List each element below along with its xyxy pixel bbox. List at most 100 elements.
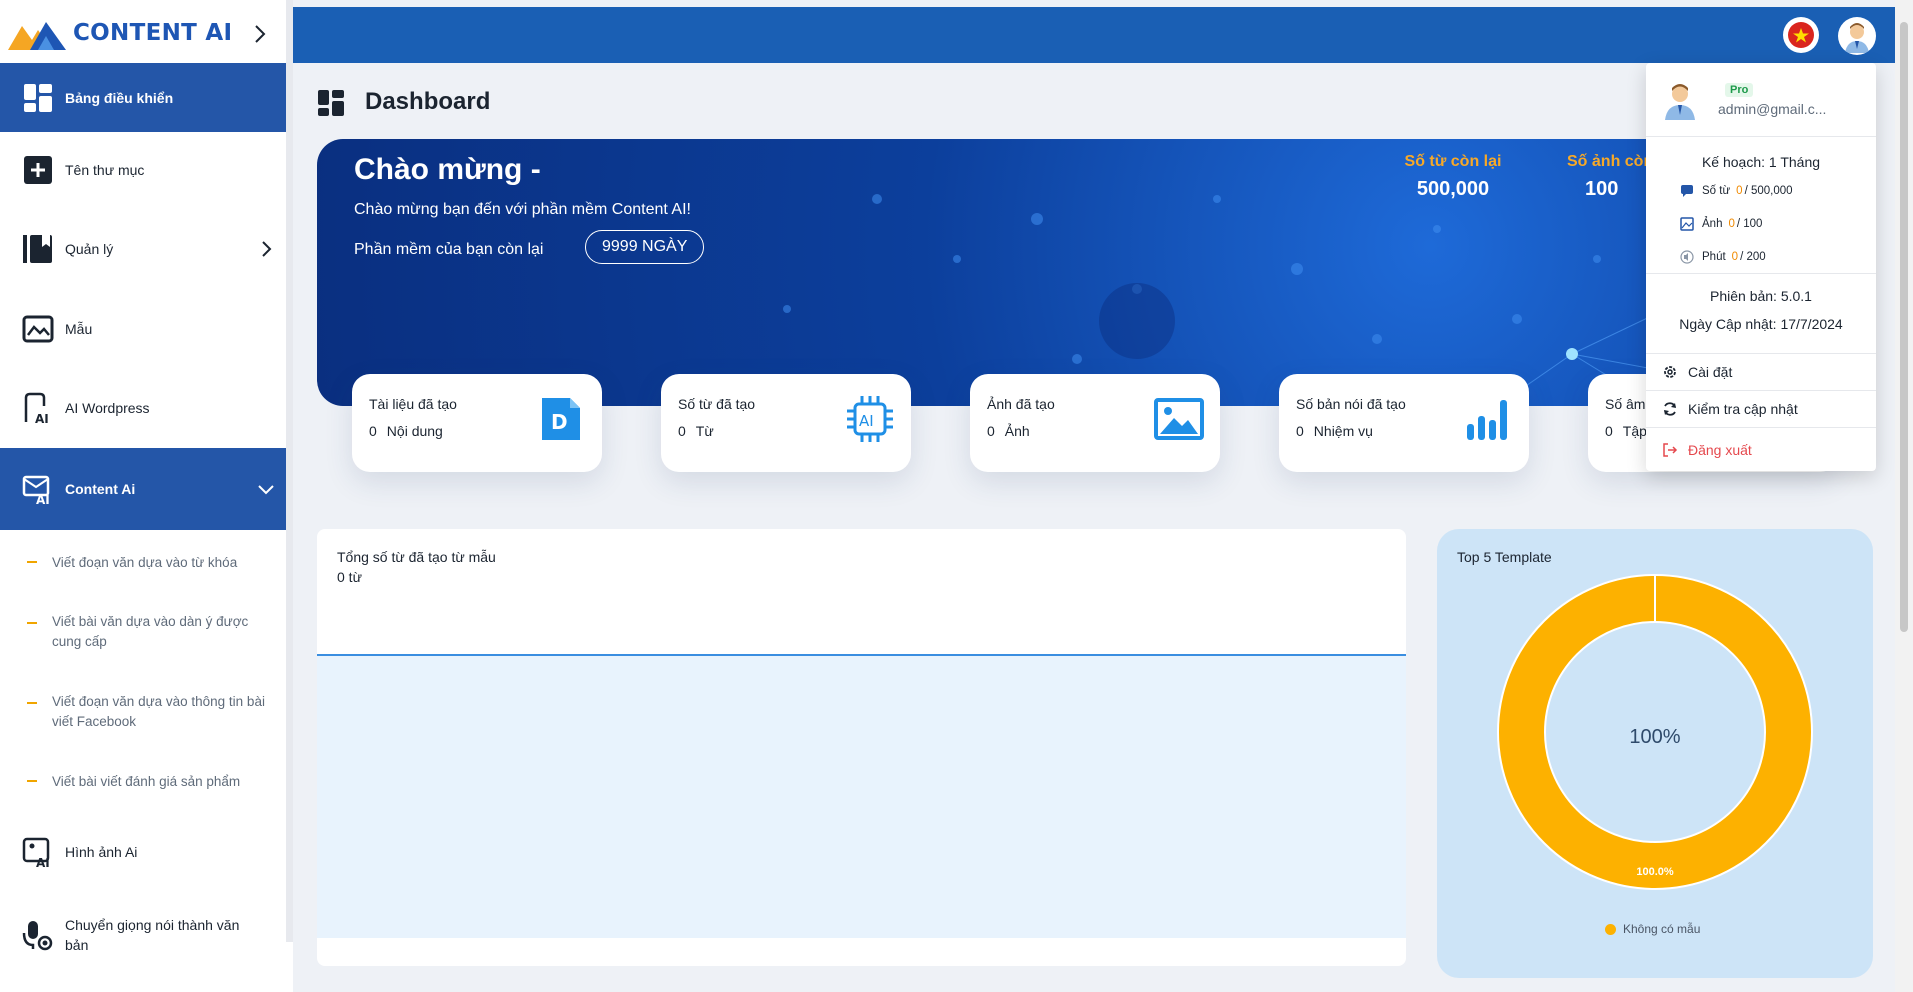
sidebar-item-content-ai[interactable]: AI Content Ai xyxy=(0,448,293,530)
quota-words: Số từ 0 / 500,000 xyxy=(1681,185,1793,197)
svg-text:AI: AI xyxy=(36,493,50,505)
dashboard-icon xyxy=(24,84,52,112)
logo-mountain-icon xyxy=(8,22,66,50)
user-dropdown-menu: Pro admin@gmail.c... Kế hoạch: 1 Tháng S… xyxy=(1646,63,1876,471)
chart-legend[interactable]: Không có mẫu xyxy=(1605,922,1700,936)
card-unit: Nhiệm vụ xyxy=(1313,423,1373,439)
logo-text: CONTENT AI xyxy=(73,20,233,46)
sidebar-item-ai-image[interactable]: AI Hình ảnh Ai xyxy=(0,821,293,883)
quota-total: / 100 xyxy=(1736,218,1763,230)
version-info: Phiên bản: 5.0.1 xyxy=(1710,288,1812,304)
sidebar: CONTENT AI Bảng điều khiển Tên thư mục Q… xyxy=(0,0,293,992)
gear-icon xyxy=(1664,366,1676,378)
quota-label: Phút xyxy=(1702,251,1726,263)
page-scrollbar[interactable] xyxy=(1895,0,1913,992)
check-update-menu-item[interactable]: Kiểm tra cập nhật xyxy=(1646,391,1876,427)
welcome-banner: Chào mừng - Chào mừng bạn đến với phần m… xyxy=(317,139,1708,406)
card-count: 0 xyxy=(1605,423,1613,439)
sidebar-item-manage[interactable]: Quản lý xyxy=(0,216,293,282)
bullet-dash xyxy=(27,702,37,704)
card-unit: Nội dung xyxy=(386,423,443,439)
bookmark-icon xyxy=(23,235,52,263)
stat-card-images: Ảnh đã tạo 0 Ảnh xyxy=(970,374,1220,472)
sidebar-item-label: Hình ảnh Ai xyxy=(65,844,138,860)
avatar-icon xyxy=(1665,84,1695,120)
refresh-icon xyxy=(1664,402,1676,416)
card-value: 0 Nhiệm vụ xyxy=(1296,423,1373,439)
sidebar-item-label: Bảng điều khiển xyxy=(65,89,174,106)
svg-text:D: D xyxy=(551,410,568,434)
donut-chart: 100% 100.0% xyxy=(1497,574,1813,890)
card-unit: Tập xyxy=(1622,423,1647,439)
card-value: 0 Từ xyxy=(678,423,714,439)
submenu-item[interactable]: Viết đoạn văn dựa vào thông tin bài viết… xyxy=(0,692,293,734)
sidebar-item-speech-to-text[interactable]: Chuyển giọng nói thành văn bản xyxy=(0,903,293,967)
scrollbar-thumb[interactable] xyxy=(1900,22,1908,632)
bullet-dash xyxy=(27,561,37,563)
logout-menu-item[interactable]: Đăng xuất xyxy=(1646,432,1876,468)
quota-used: 0 xyxy=(1731,251,1739,263)
dashboard-icon xyxy=(318,90,344,116)
menu-divider xyxy=(1646,273,1876,274)
add-folder-icon xyxy=(24,156,52,184)
menu-item-label: Đăng xuất xyxy=(1688,442,1752,458)
svg-text:AI: AI xyxy=(36,856,50,868)
quota-used: 0 xyxy=(1728,218,1735,230)
area-chart-fill xyxy=(317,654,1406,938)
sidebar-item-ai-wordpress[interactable]: AI AI Wordpress xyxy=(0,376,293,440)
settings-menu-item[interactable]: Cài đặt xyxy=(1646,354,1876,390)
stat-label: Số từ còn lại xyxy=(1404,153,1502,170)
menu-divider xyxy=(1646,136,1876,137)
card-unit: Từ xyxy=(695,423,714,439)
card-value: 0 Tập xyxy=(1605,423,1647,439)
svg-text:AI: AI xyxy=(35,412,49,424)
svg-text:AI: AI xyxy=(859,412,874,430)
welcome-subtitle: Chào mừng bạn đến với phần mềm Content A… xyxy=(354,201,691,218)
logo-bar: CONTENT AI xyxy=(0,0,293,62)
microphone-icon xyxy=(22,921,53,951)
submenu-item[interactable]: Viết bài văn dựa vào dàn ý được cung cấp xyxy=(0,612,293,654)
card-count: 0 xyxy=(678,423,686,439)
user-avatar-button[interactable] xyxy=(1838,17,1876,55)
submenu-item-label: Viết đoạn văn dựa vào từ khóa xyxy=(52,555,238,570)
ai-wordpress-icon: AI xyxy=(24,392,49,424)
bar-chart-icon xyxy=(1467,400,1507,440)
plan-badge: Pro xyxy=(1725,83,1754,97)
stat-card-documents: Tài liệu đã tạo 0 Nội dung D xyxy=(352,374,602,472)
sidebar-item-label: Chuyển giọng nói thành văn bản xyxy=(65,917,240,953)
top-bar xyxy=(293,7,1895,63)
chevron-right-icon xyxy=(262,241,272,257)
logout-icon xyxy=(1663,443,1678,457)
bullet-dash xyxy=(27,780,37,782)
legend-dot xyxy=(1605,923,1616,935)
document-d-icon: D xyxy=(542,398,580,440)
submenu-item-label: Viết bài văn dựa vào dàn ý được cung cấp xyxy=(52,614,249,649)
sidebar-item-folder[interactable]: Tên thư mục xyxy=(0,139,293,201)
update-date: Ngày Cập nhật: 17/7/2024 xyxy=(1679,316,1843,332)
language-flag-button[interactable] xyxy=(1783,17,1819,53)
ai-image-icon: AI xyxy=(22,837,50,868)
sidebar-item-template[interactable]: Mẫu xyxy=(0,298,293,360)
submenu-item-label: Viết đoạn văn dựa vào thông tin bài viết… xyxy=(52,694,265,729)
avatar-icon xyxy=(1845,23,1869,53)
days-remaining-badge: 9999 NGÀY xyxy=(585,230,705,264)
ai-chip-icon: AI xyxy=(847,396,893,442)
card-title: Số từ đã tạo xyxy=(678,396,756,412)
card-count: 0 xyxy=(369,423,377,439)
card-count: 0 xyxy=(987,423,995,439)
quota-images: Ảnh 0 / 100 xyxy=(1680,217,1763,231)
submenu-item[interactable]: Viết đoạn văn dựa vào từ khóa xyxy=(0,551,293,575)
quota-total: / 500,000 xyxy=(1744,185,1793,197)
card-count: 0 xyxy=(1296,423,1304,439)
sidebar-scrollbar[interactable] xyxy=(286,0,293,942)
sidebar-item-dashboard[interactable]: Bảng điều khiển xyxy=(0,63,293,132)
remaining-label: Phần mềm của bạn còn lại xyxy=(354,241,544,258)
chevron-right-icon[interactable] xyxy=(250,22,270,46)
chevron-down-icon xyxy=(258,485,274,495)
card-title: Ảnh đã tạo xyxy=(987,396,1055,412)
submenu-item[interactable]: Viết bài viết đánh giá sản phẩm xyxy=(0,770,293,794)
image-icon xyxy=(1154,398,1204,440)
card-unit: Ảnh xyxy=(1004,423,1030,439)
sidebar-item-label: Content Ai xyxy=(65,481,136,497)
quota-total: / 200 xyxy=(1740,251,1766,263)
